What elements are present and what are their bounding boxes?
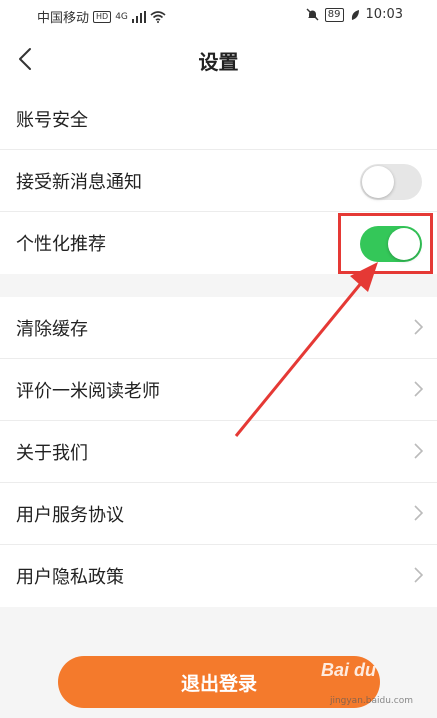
row-clear-cache[interactable]: 清除缓存 bbox=[0, 297, 437, 359]
nav-bar: 设置 bbox=[0, 30, 437, 88]
row-privacy-policy[interactable]: 用户隐私政策 bbox=[0, 545, 437, 607]
row-label: 用户服务协议 bbox=[16, 504, 124, 526]
leaf-icon bbox=[351, 9, 359, 20]
row-label: 个性化推荐 bbox=[16, 234, 106, 255]
row-label: 关于我们 bbox=[16, 442, 88, 464]
settings-group-account: 账号安全 接受新消息通知 个性化推荐 bbox=[0, 88, 437, 274]
chevron-right-icon bbox=[414, 381, 423, 397]
recommend-toggle[interactable] bbox=[360, 226, 422, 262]
row-rate-teacher[interactable]: 评价一米阅读老师 bbox=[0, 359, 437, 421]
row-service-agreement[interactable]: 用户服务协议 bbox=[0, 483, 437, 545]
row-personalized-recommend: 个性化推荐 bbox=[0, 212, 437, 274]
status-left: 中国移动 HD 4G bbox=[37, 7, 166, 26]
row-label: 账号安全 bbox=[16, 109, 88, 131]
wifi-icon bbox=[150, 10, 166, 23]
chevron-right-icon bbox=[414, 567, 423, 583]
signal-icon bbox=[131, 10, 146, 23]
watermark-site: jingyan.baidu.com bbox=[329, 696, 413, 706]
toggle-knob bbox=[388, 228, 420, 260]
row-label: 评价一米阅读老师 bbox=[16, 380, 160, 402]
clock: 10:03 bbox=[365, 7, 403, 22]
row-label: 清除缓存 bbox=[16, 318, 88, 340]
chevron-right-icon bbox=[414, 319, 423, 335]
page-title: 设置 bbox=[198, 50, 239, 74]
settings-group-general: 清除缓存 评价一米阅读老师 关于我们 用户服务协议 用户隐私政策 bbox=[0, 297, 437, 607]
notify-toggle[interactable] bbox=[360, 164, 422, 200]
chevron-right-icon bbox=[414, 443, 423, 459]
row-about-us[interactable]: 关于我们 bbox=[0, 421, 437, 483]
row-account-security[interactable]: 账号安全 bbox=[0, 88, 437, 150]
toggle-knob bbox=[362, 166, 394, 198]
chevron-right-icon bbox=[414, 505, 423, 521]
carrier-label: 中国移动 bbox=[37, 11, 90, 26]
battery-indicator: 89 bbox=[324, 7, 344, 22]
status-right: 89 10:03 bbox=[306, 7, 403, 22]
mute-bell-icon bbox=[306, 8, 319, 21]
row-label: 用户隐私政策 bbox=[16, 567, 124, 588]
row-label: 接受新消息通知 bbox=[16, 171, 142, 193]
status-bar: 中国移动 HD 4G 89 10:03 bbox=[0, 0, 437, 30]
network-label: 4G bbox=[115, 11, 128, 22]
hd-badge: HD bbox=[93, 10, 112, 23]
row-message-notify: 接受新消息通知 bbox=[0, 150, 437, 212]
